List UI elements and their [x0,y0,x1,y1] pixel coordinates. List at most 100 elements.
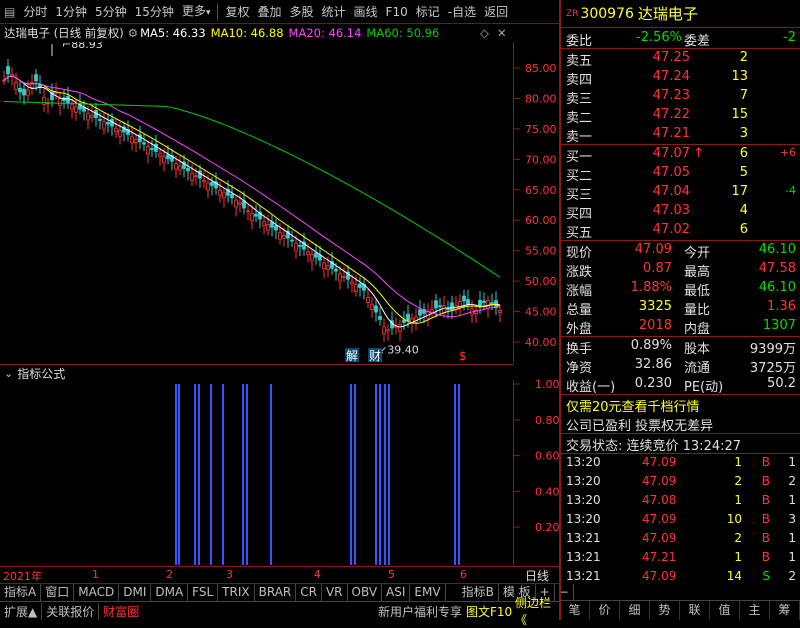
ask-label: 卖四 [566,73,593,88]
tick-side: B [761,455,770,469]
kline-chart[interactable]: 85.00 80.00 75.00 70.00 65.00 60.00 55.00 50.00… [0,42,560,362]
y-tick-label: 75.00 [525,123,557,136]
draw-line-button[interactable]: 画线 [350,0,382,24]
candle-body [466,299,470,305]
candle-body [158,153,162,157]
indicator-chart[interactable]: 1.00 0.80 0.60 0.40 0.20 [0,380,560,566]
fund-value: 0.230 [634,376,672,391]
related-quote-button[interactable]: 关联报价 [42,602,100,620]
f10-graphic-button[interactable]: 图文F10 [466,603,512,620]
right-tab-5[interactable]: 值 [710,601,740,620]
close-icon[interactable]: ✕ [497,26,507,40]
candle-body [402,319,406,323]
weibi-value: -2.56% [636,30,682,45]
y-tick-label: 70.00 [525,153,557,166]
indicator-tab-7[interactable]: BRAR [255,584,297,601]
trade-status: 交易状态: 连续竞价 13:24:27 [566,439,742,454]
right-tab-1[interactable]: 价 [590,601,620,620]
tick-row: 13:21 47.09 2 B 1 [560,530,800,549]
bid-label: 买三 [566,188,593,203]
indicator-tab-8[interactable]: CR [296,584,322,601]
candle-body [34,74,38,82]
indicator-tab-10[interactable]: OBV [348,584,383,601]
candle-body [26,89,30,96]
candle-body [194,175,198,178]
tab-15min[interactable]: 15分钟 [131,0,178,24]
right-tab-3[interactable]: 势 [650,601,680,620]
new-user-promo-link[interactable]: 新用户福利专享 [378,603,462,620]
indicator-tab-6[interactable]: TRIX [218,584,255,601]
right-tab-6[interactable]: 主 [740,601,770,620]
right-tab-0[interactable]: 笔 [560,601,590,620]
signal-bar [175,384,177,565]
candle-body [98,119,102,121]
right-tab-7[interactable]: 筹 [770,601,800,620]
indicator-tab-11[interactable]: ASI [382,584,411,601]
diamond-icon[interactable]: ◇ [480,26,489,40]
overlay-button[interactable]: 叠加 [253,0,285,24]
indicator-tab-1[interactable]: 窗口 [41,584,75,601]
tab-5min[interactable]: 5分钟 [91,0,131,24]
quote-row: 总量 3325 量比 1.36 [560,298,800,318]
restore-rights-button[interactable]: 复权 [221,0,253,24]
candle-body [186,168,190,172]
chart-title: 达瑞电子 (日线 前复权) [4,26,124,40]
right-tab-2[interactable]: 细 [620,601,650,620]
tick-volume: 1 [734,455,742,469]
statistics-button[interactable]: 统计 [318,0,350,24]
indicator-tab-9[interactable]: VR [322,584,348,601]
y-tick-label: 50.00 [525,275,557,288]
bid-label: 买一 [566,150,593,165]
candle-body [366,297,370,303]
indicator-tab-5[interactable]: FSL [188,584,219,601]
fund-label-2: 流通 [684,361,711,376]
indicator-tab-4[interactable]: DMA [151,584,189,601]
expand-button[interactable]: 扩展▲ [0,602,43,620]
bid-price: 47.03 [652,203,690,218]
ask-row: 卖一 47.21 3 [560,125,800,145]
ask-price: 47.23 [652,88,690,103]
ask-volume: 3 [739,126,748,141]
x-axis: 2021年 1 2 3 4 5 6 日线 [0,566,560,583]
indicator-tab-2[interactable]: MACD [74,584,120,601]
promo-row: 仅需20元查看千档行情 [560,395,800,415]
f10-button[interactable]: F10 [382,0,412,24]
tab-intraday[interactable]: 分时 [19,0,51,24]
ask-price: 47.22 [652,107,690,122]
gear-icon[interactable]: ⚙ [128,26,138,40]
multi-stock-button[interactable]: 多股 [286,0,318,24]
signal-bar [242,384,244,565]
fundamental-row: 净资 32.86 流通 3725万 [560,356,800,376]
wealth-circle-button[interactable]: 财富圈 [99,603,143,620]
tab-1min[interactable]: 1分钟 [51,0,91,24]
bid-arrow-icon: ↑ [693,146,704,161]
bid-volume: 6 [739,146,748,161]
indicator-tab-3[interactable]: DMI [119,584,152,601]
candle-body [310,254,314,262]
signal-bar [384,384,386,565]
more-dropdown[interactable]: 更多▾ [178,0,215,25]
toolbar-divider [217,3,219,20]
ind-tick-label: 0.20 [535,521,560,534]
back-button[interactable]: 返回 [480,0,512,24]
indicator-tab-12[interactable]: EMV [410,584,446,601]
candle-body [342,276,346,278]
tick-time: 13:20 [566,455,601,469]
period-label[interactable]: 日线 [525,567,549,584]
candle-body [462,295,466,302]
bid-price: 47.02 [652,222,690,237]
bid-label: 买五 [566,226,593,241]
remove-watchlist-button[interactable]: -自选 [444,0,480,24]
mark-button[interactable]: 标记 [412,0,444,24]
right-tab-4[interactable]: 联 [680,601,710,620]
sidebar-toggle[interactable]: 侧边栏《 [515,594,560,628]
indicator-tab-13[interactable]: 指标B [458,584,499,601]
ma10-label: MA10: 46.88 [210,26,284,40]
chart-menu-icon[interactable]: ▤ [0,0,19,24]
indicator-tab-0[interactable]: 指标A [0,584,42,601]
candle-body [178,165,182,171]
more-label: 更多 [181,3,206,18]
candle-body [234,199,238,208]
quote-row: 涨跌 0.87 最高 47.58 [560,260,800,280]
chevron-down-icon[interactable]: ⌄ [4,367,13,380]
